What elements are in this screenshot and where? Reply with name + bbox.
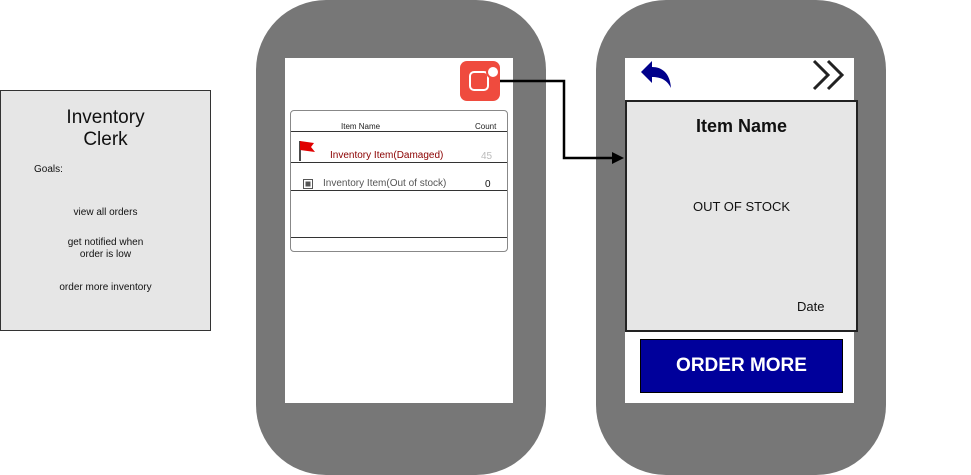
flow-connector-arrow — [500, 79, 624, 164]
